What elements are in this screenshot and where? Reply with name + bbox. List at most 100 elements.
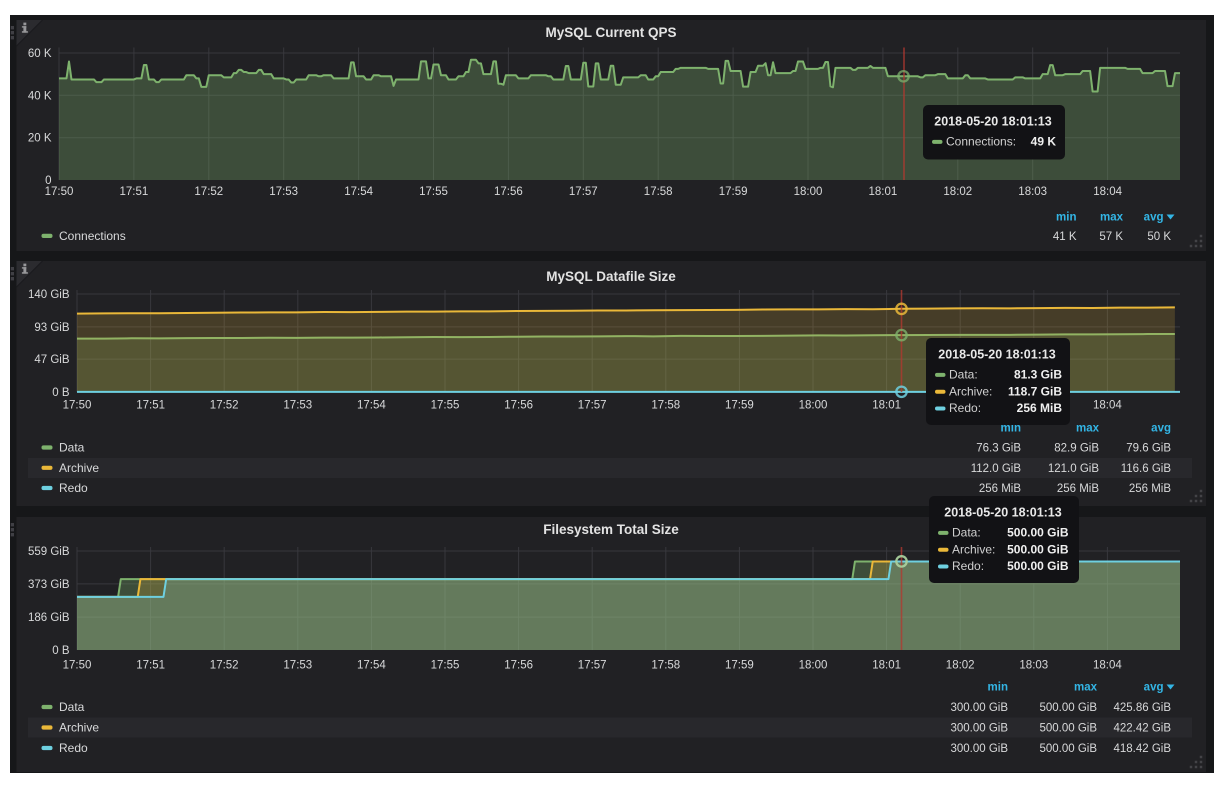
svg-text:2018-05-20 18:01:13: 2018-05-20 18:01:13 [944, 506, 1061, 520]
svg-text:Connections: Connections [59, 229, 126, 243]
svg-text:49 K: 49 K [1031, 135, 1057, 149]
svg-text:17:53: 17:53 [269, 186, 298, 198]
svg-text:Filesystem Total Size: Filesystem Total Size [543, 522, 679, 537]
svg-text:17:54: 17:54 [357, 660, 386, 672]
svg-text:MySQL Datafile Size: MySQL Datafile Size [546, 269, 676, 284]
svg-text:17:52: 17:52 [210, 660, 239, 672]
svg-text:min: min [988, 682, 1008, 694]
svg-text:0 B: 0 B [52, 645, 70, 657]
svg-text:17:58: 17:58 [651, 660, 680, 672]
svg-text:18:04: 18:04 [1093, 400, 1122, 412]
svg-text:121.0 GiB: 121.0 GiB [1048, 463, 1099, 475]
svg-text:82.9 GiB: 82.9 GiB [1054, 443, 1099, 455]
svg-text:18:02: 18:02 [943, 186, 972, 198]
svg-text:avg: avg [1144, 212, 1164, 224]
svg-text:Archive: Archive [59, 461, 99, 475]
svg-text:500.00 GiB: 500.00 GiB [1007, 526, 1069, 540]
svg-text:17:52: 17:52 [194, 186, 223, 198]
svg-text:256 MiB: 256 MiB [1057, 483, 1100, 495]
svg-text:422.42 GiB: 422.42 GiB [1113, 723, 1171, 735]
svg-text:Data: Data [59, 441, 85, 455]
svg-text:18:04: 18:04 [1093, 186, 1122, 198]
svg-text:18:01: 18:01 [872, 660, 901, 672]
svg-text:17:50: 17:50 [63, 660, 92, 672]
svg-text:300.00 GiB: 300.00 GiB [950, 702, 1008, 714]
svg-text:559 GiB: 559 GiB [28, 546, 70, 558]
svg-text:17:50: 17:50 [45, 186, 74, 198]
svg-text:17:54: 17:54 [357, 400, 386, 412]
svg-text:min: min [1056, 212, 1076, 224]
svg-text:max: max [1074, 682, 1098, 694]
svg-text:Data:: Data: [952, 526, 981, 540]
svg-text:Archive:: Archive: [949, 384, 992, 398]
svg-text:60 K: 60 K [28, 48, 52, 60]
svg-text:112.0 GiB: 112.0 GiB [971, 463, 1022, 475]
svg-text:2018-05-20 18:01:13: 2018-05-20 18:01:13 [938, 348, 1055, 362]
svg-text:17:58: 17:58 [651, 400, 680, 412]
svg-text:avg: avg [1151, 423, 1171, 435]
svg-text:Redo:: Redo: [949, 401, 981, 415]
svg-text:18:00: 18:00 [794, 186, 823, 198]
svg-text:max: max [1076, 423, 1100, 435]
svg-text:79.6 GiB: 79.6 GiB [1126, 443, 1171, 455]
svg-text:17:56: 17:56 [504, 660, 533, 672]
svg-text:17:55: 17:55 [419, 186, 448, 198]
svg-text:MySQL Current QPS: MySQL Current QPS [545, 25, 676, 40]
svg-text:18:00: 18:00 [799, 400, 828, 412]
svg-text:Archive: Archive [59, 721, 99, 735]
svg-text:18:03: 18:03 [1018, 186, 1047, 198]
svg-text:17:54: 17:54 [344, 186, 373, 198]
svg-text:Redo: Redo [59, 741, 88, 755]
svg-text:57 K: 57 K [1099, 231, 1123, 243]
svg-text:17:53: 17:53 [283, 660, 312, 672]
svg-text:40 K: 40 K [28, 90, 52, 102]
svg-text:81.3 GiB: 81.3 GiB [1014, 368, 1062, 382]
svg-text:500.00 GiB: 500.00 GiB [1039, 702, 1097, 714]
svg-text:2018-05-20 18:01:13: 2018-05-20 18:01:13 [934, 115, 1051, 129]
svg-text:500.00 GiB: 500.00 GiB [1007, 542, 1069, 556]
svg-text:17:57: 17:57 [569, 186, 598, 198]
svg-text:17:51: 17:51 [136, 400, 165, 412]
svg-text:186 GiB: 186 GiB [28, 612, 70, 624]
svg-text:50 K: 50 K [1147, 231, 1171, 243]
svg-text:500.00 GiB: 500.00 GiB [1039, 743, 1097, 755]
svg-text:116.6 GiB: 116.6 GiB [1121, 463, 1172, 475]
svg-text:avg: avg [1144, 682, 1164, 694]
svg-text:17:53: 17:53 [283, 400, 312, 412]
svg-text:17:55: 17:55 [431, 400, 460, 412]
svg-text:17:57: 17:57 [578, 400, 607, 412]
svg-text:418.42 GiB: 418.42 GiB [1113, 743, 1171, 755]
svg-text:17:55: 17:55 [431, 660, 460, 672]
svg-text:47 GiB: 47 GiB [34, 354, 69, 366]
svg-text:256 MiB: 256 MiB [979, 483, 1022, 495]
svg-text:140 GiB: 140 GiB [28, 289, 70, 301]
svg-text:18:00: 18:00 [799, 660, 828, 672]
svg-text:Connections:: Connections: [946, 135, 1016, 149]
svg-text:max: max [1100, 212, 1124, 224]
svg-text:18:01: 18:01 [872, 400, 901, 412]
svg-text:18:01: 18:01 [869, 186, 898, 198]
svg-text:Redo:: Redo: [952, 559, 984, 573]
svg-text:Archive:: Archive: [952, 542, 995, 556]
svg-text:17:57: 17:57 [578, 660, 607, 672]
svg-text:17:59: 17:59 [725, 660, 754, 672]
svg-text:17:59: 17:59 [725, 400, 754, 412]
svg-text:20 K: 20 K [28, 133, 52, 145]
svg-text:Data:: Data: [949, 368, 978, 382]
svg-text:300.00 GiB: 300.00 GiB [950, 723, 1008, 735]
svg-text:18:04: 18:04 [1093, 660, 1122, 672]
svg-text:118.7 GiB: 118.7 GiB [1008, 384, 1062, 398]
svg-text:Data: Data [59, 700, 85, 714]
svg-text:300.00 GiB: 300.00 GiB [950, 743, 1008, 755]
svg-text:18:02: 18:02 [946, 660, 975, 672]
svg-text:93 GiB: 93 GiB [34, 322, 69, 334]
svg-text:500.00 GiB: 500.00 GiB [1039, 723, 1097, 735]
svg-text:500.00 GiB: 500.00 GiB [1007, 559, 1069, 573]
svg-text:373 GiB: 373 GiB [28, 579, 70, 591]
svg-text:17:59: 17:59 [719, 186, 748, 198]
svg-text:17:52: 17:52 [210, 400, 239, 412]
svg-text:17:56: 17:56 [494, 186, 523, 198]
svg-text:425.86 GiB: 425.86 GiB [1113, 702, 1171, 714]
svg-text:256 MiB: 256 MiB [1129, 483, 1172, 495]
svg-text:17:56: 17:56 [504, 400, 533, 412]
